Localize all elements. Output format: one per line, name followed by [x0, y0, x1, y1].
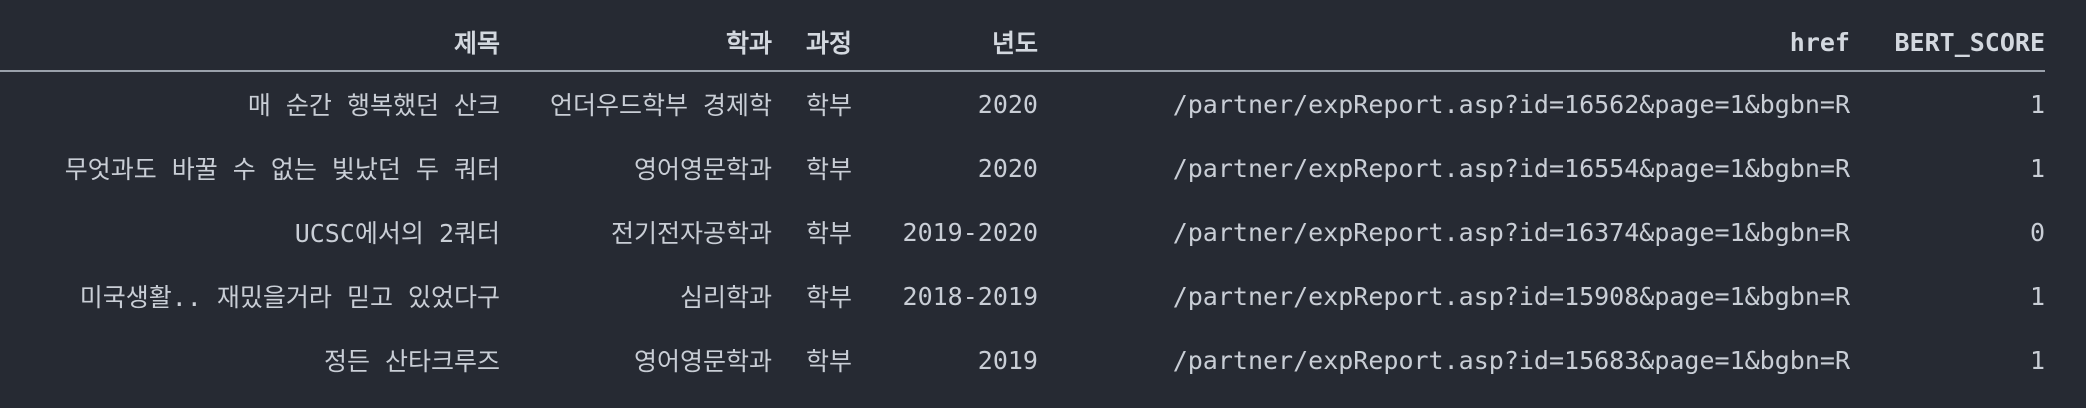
cell-bert-score: 1	[2029, 89, 2045, 119]
cell-dept: 영어영문학과	[633, 155, 772, 184]
cell-href: /partner/expReport.asp?id=15908&page=1&b…	[1172, 281, 1850, 311]
cell-dept: 전기전자공학과	[610, 219, 772, 248]
cell-course: 학부	[805, 283, 852, 312]
table-row: 정든 산타크루즈 영어영문학과 학부 2019 /partner/expRepo…	[0, 328, 2045, 392]
table-row: 매 순간 행복했던 산크 언더우드학부 경제학 학부 2020 /partner…	[0, 71, 2045, 136]
cell-year: 2020	[977, 89, 1038, 119]
cell-title: 정든 산타크루즈	[323, 347, 500, 376]
header-row: 제목 학과 과정 년도 href BERT_SCORE	[0, 14, 2045, 71]
cell-href: /partner/expReport.asp?id=16562&page=1&b…	[1172, 89, 1850, 119]
table-row: UCSC에서의 2쿼터 전기전자공학과 학부 2019-2020 /partne…	[0, 200, 2045, 264]
dataframe-output: 제목 학과 과정 년도 href BERT_SCORE 매 순간 행복했던 산크…	[0, 0, 2086, 408]
cell-course: 학부	[805, 91, 852, 120]
cell-title: 무엇과도 바꿀 수 없는 빛났던 두 쿼터	[64, 155, 500, 184]
cell-href: /partner/expReport.asp?id=15683&page=1&b…	[1172, 345, 1850, 375]
cell-year: 2018-2019	[902, 281, 1038, 311]
cell-course: 학부	[805, 155, 852, 184]
cell-course: 학부	[805, 347, 852, 376]
cell-bert-score: 1	[2029, 345, 2045, 375]
column-header-bert-score: BERT_SCORE	[1894, 27, 2045, 57]
cell-dept: 언더우드학부 경제학	[549, 91, 772, 120]
cell-course: 학부	[805, 219, 852, 248]
cell-href: /partner/expReport.asp?id=16554&page=1&b…	[1172, 153, 1850, 183]
cell-title: 미국생활.. 재밌을거라 믿고 있었다구	[79, 283, 500, 312]
table-row: 무엇과도 바꿀 수 없는 빛났던 두 쿼터 영어영문학과 학부 2020 /pa…	[0, 136, 2045, 200]
table-row: 미국생활.. 재밌을거라 믿고 있었다구 심리학과 학부 2018-2019 /…	[0, 264, 2045, 328]
cell-year: 2019	[977, 345, 1038, 375]
column-header-year: 년도	[991, 29, 1038, 58]
column-header-course: 과정	[805, 29, 852, 58]
cell-bert-score: 1	[2029, 153, 2045, 183]
cell-year: 2019-2020	[902, 217, 1038, 247]
cell-title: 매 순간 행복했던 산크	[247, 91, 500, 120]
cell-year: 2020	[977, 153, 1038, 183]
cell-title: UCSC에서의 2쿼터	[294, 219, 500, 248]
cell-dept: 영어영문학과	[633, 347, 772, 376]
cell-bert-score: 1	[2029, 281, 2045, 311]
column-header-href: href	[1789, 27, 1850, 57]
column-header-title: 제목	[453, 29, 500, 58]
cell-bert-score: 0	[2029, 217, 2045, 247]
cell-dept: 심리학과	[679, 283, 772, 312]
dataframe-table: 제목 학과 과정 년도 href BERT_SCORE 매 순간 행복했던 산크…	[0, 14, 2045, 392]
column-header-dept: 학과	[725, 29, 772, 58]
cell-href: /partner/expReport.asp?id=16374&page=1&b…	[1172, 217, 1850, 247]
